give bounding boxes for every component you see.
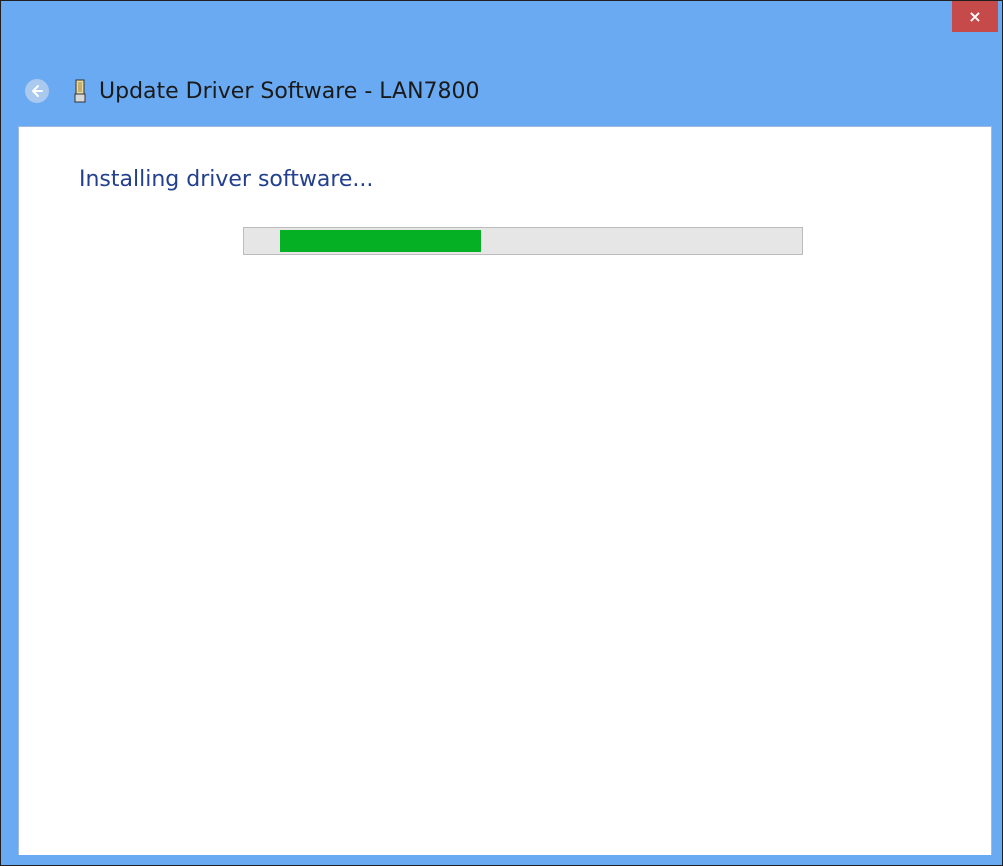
progress-bar: [243, 227, 803, 255]
status-heading: Installing driver software...: [79, 167, 374, 192]
back-arrow-icon: [32, 85, 43, 97]
close-button[interactable]: ×: [952, 1, 998, 32]
close-icon: ×: [968, 7, 982, 26]
window-title: Update Driver Software - LAN7800: [99, 78, 480, 104]
progress-bar-fill: [280, 230, 481, 252]
title-bar: Update Driver Software - LAN7800: [25, 74, 480, 108]
back-button[interactable]: [25, 79, 49, 103]
dialog-window: × Update Driver Software - LAN7800 Insta…: [0, 0, 1003, 866]
content-panel: Installing driver software...: [18, 126, 992, 855]
network-adapter-icon: [73, 78, 87, 104]
